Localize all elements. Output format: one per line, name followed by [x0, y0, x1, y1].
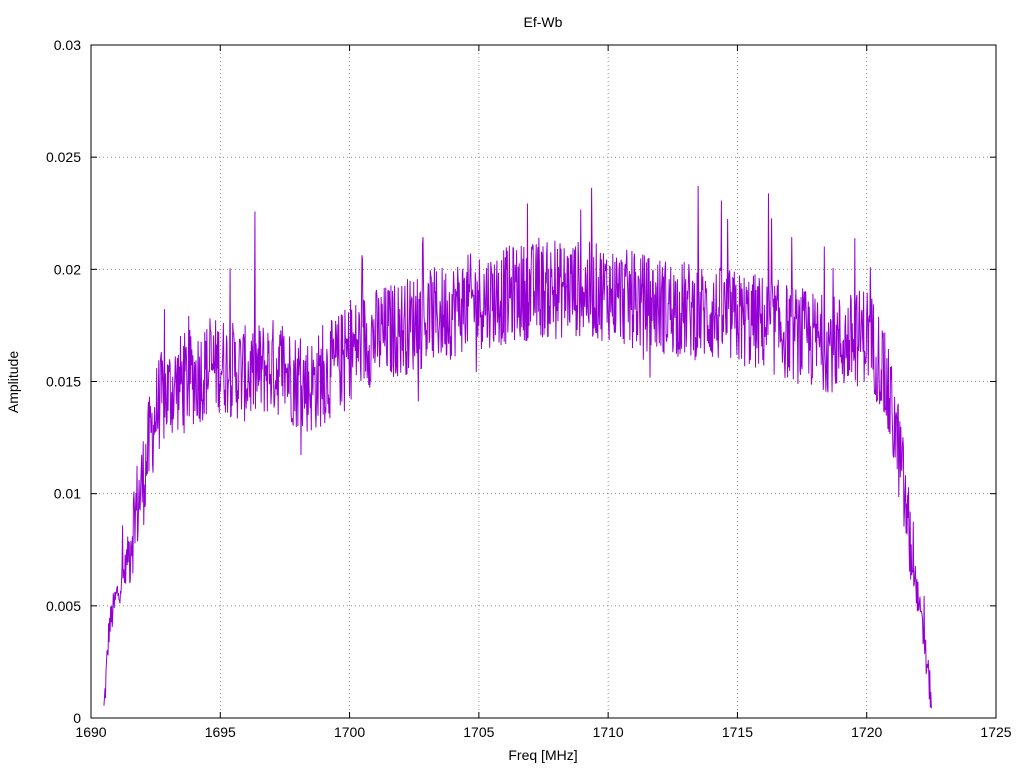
x-tick-labels: 1690 1695 1700 1705 1710 1715 1720 1725: [75, 724, 1011, 740]
x-tick-label: 1690: [75, 724, 106, 740]
y-tick-label: 0.03: [54, 37, 81, 53]
y-tick-labels: 0 0.005 0.01 0.015 0.02 0.025 0.03: [46, 37, 81, 726]
x-tick-label: 1700: [334, 724, 365, 740]
amplitude-series-line: [103, 186, 932, 709]
y-tick-label: 0.02: [54, 261, 81, 277]
y-tick-label: 0: [73, 710, 81, 726]
y-tick-label: 0.025: [46, 149, 81, 165]
y-axis-label: Amplitude: [5, 351, 21, 413]
x-tick-label: 1715: [722, 724, 753, 740]
x-tick-label: 1720: [851, 724, 882, 740]
x-tick-label: 1710: [593, 724, 624, 740]
x-tick-label: 1695: [205, 724, 236, 740]
x-tick-label: 1725: [980, 724, 1011, 740]
y-tick-label: 0.005: [46, 598, 81, 614]
y-tick-label: 0.01: [54, 486, 81, 502]
chart-title: Ef-Wb: [524, 14, 563, 30]
grid-lines: [91, 45, 996, 718]
x-axis-label: Freq [MHz]: [508, 747, 577, 763]
amplitude-chart: 1690 1695 1700 1705 1710 1715 1720 1725 00.0050…: [5, 14, 1012, 763]
x-tick-label: 1705: [463, 724, 494, 740]
y-tick-label: 0.015: [46, 374, 81, 390]
